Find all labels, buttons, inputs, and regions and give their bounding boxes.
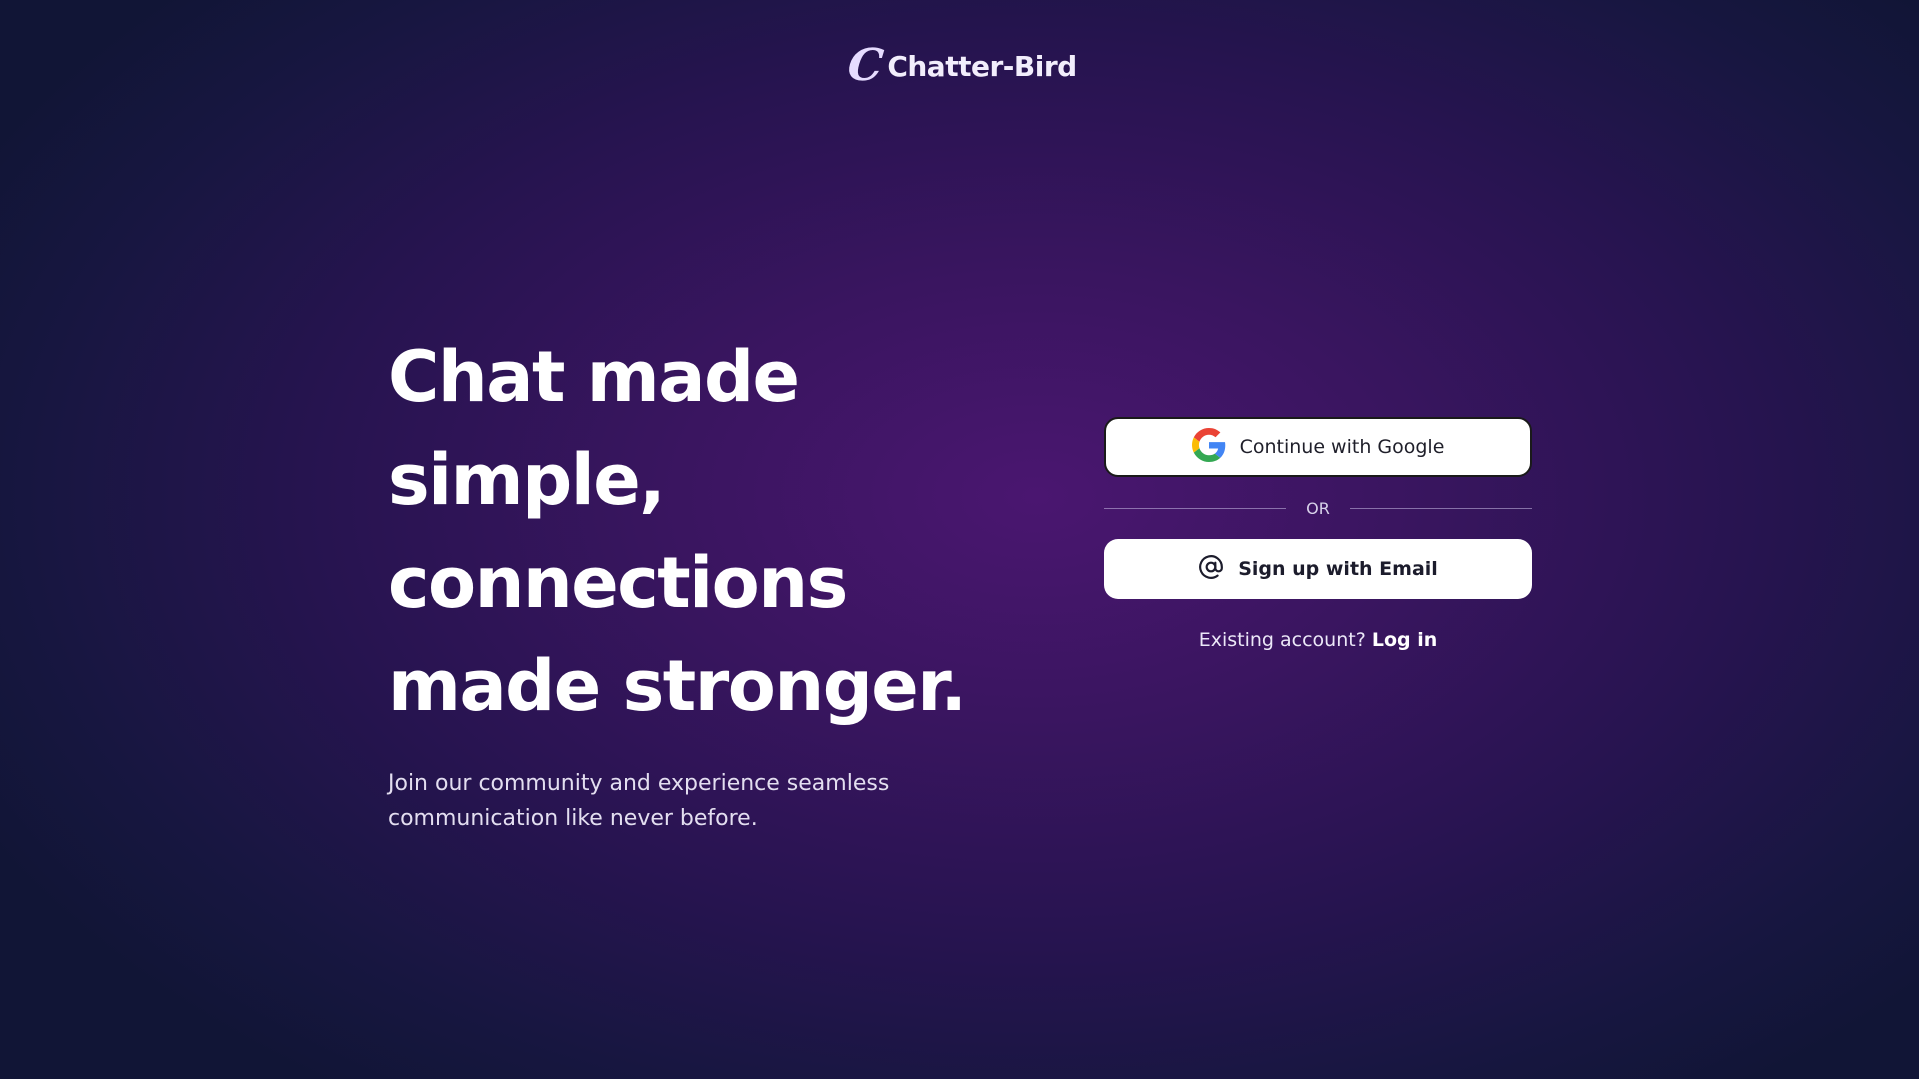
- divider-line-left: [1104, 507, 1287, 509]
- hero-title: Chat made simple, connections made stron…: [388, 336, 967, 727]
- continue-with-google-button[interactable]: Continue with Google: [1104, 417, 1532, 477]
- divider-line-right: [1349, 507, 1532, 509]
- brand-name: Chatter-Bird: [887, 49, 1077, 83]
- brand-mark: C: [845, 40, 887, 91]
- login-row: Existing account? Log in: [1104, 629, 1532, 651]
- at-sign-icon: [1198, 554, 1224, 585]
- hero-subtitle: Join our community and experience seamle…: [388, 771, 890, 831]
- auth-panel: Continue with Google OR Sign up with Ema…: [1104, 417, 1532, 651]
- email-button-label: Sign up with Email: [1238, 558, 1438, 580]
- log-in-link[interactable]: Log in: [1372, 629, 1437, 651]
- or-divider: OR: [1104, 477, 1532, 539]
- hero-section: Chat made simple, connections made stron…: [388, 326, 1048, 836]
- google-button-label: Continue with Google: [1239, 436, 1445, 458]
- brand-logo[interactable]: C Chatter-Bird: [845, 40, 1078, 91]
- divider-text: OR: [1306, 498, 1330, 518]
- sign-up-with-email-button[interactable]: Sign up with Email: [1104, 539, 1532, 599]
- header: C Chatter-Bird: [0, 40, 1919, 91]
- existing-account-text: Existing account?: [1198, 629, 1366, 651]
- google-icon: [1191, 427, 1226, 467]
